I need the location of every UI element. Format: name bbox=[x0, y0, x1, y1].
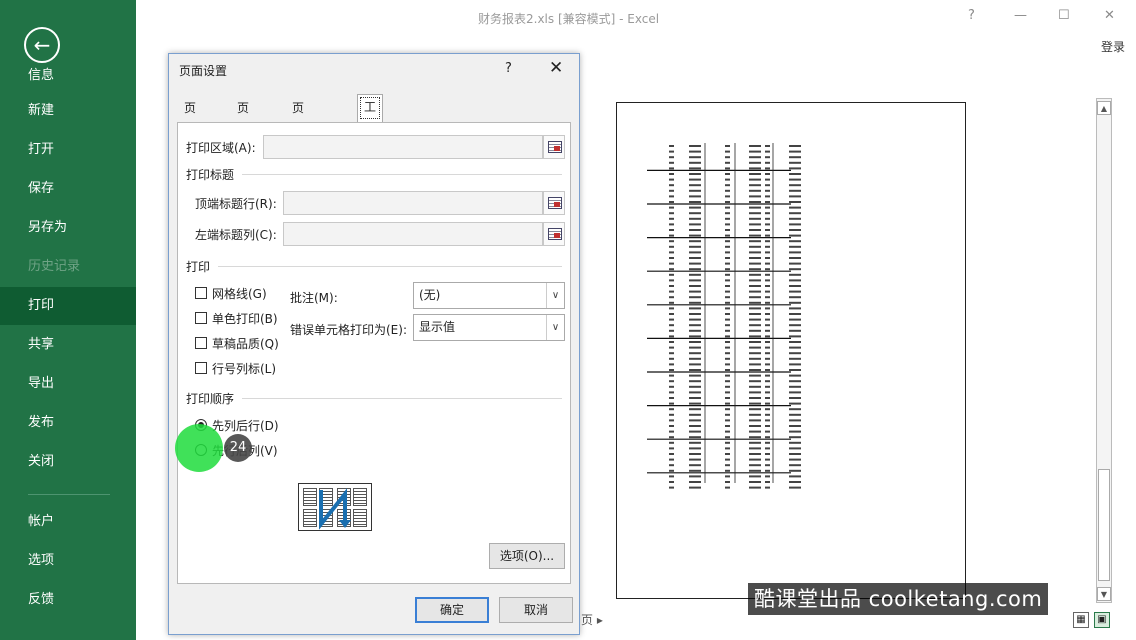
sidebar-item-save[interactable]: 保存 bbox=[0, 170, 136, 208]
preview-scrollbar[interactable]: ▲ ▼ bbox=[1096, 98, 1112, 603]
page-setup-dialog: 页面设置 ? ✕ 页面 页边距 页眉/页脚 工作表 打印区域(A): 打印标题 … bbox=[168, 53, 580, 635]
show-margins-icon[interactable]: ▦ bbox=[1073, 612, 1089, 628]
chevron-down-icon[interactable]: ∨ bbox=[546, 315, 564, 340]
minimize-icon[interactable]: — bbox=[1014, 8, 1027, 23]
step-badge: 24 bbox=[224, 434, 252, 462]
sidebar-item-save-as[interactable]: 另存为 bbox=[0, 209, 136, 247]
sidebar-item-history: 历史记录 bbox=[28, 259, 81, 274]
tab-page[interactable]: 页面 bbox=[178, 96, 202, 139]
print-heading: 打印 bbox=[186, 260, 211, 274]
login-link[interactable]: 登录 bbox=[1101, 38, 1125, 55]
scroll-down-icon[interactable]: ▼ bbox=[1097, 587, 1111, 601]
back-arrow-icon[interactable]: ← bbox=[24, 27, 60, 63]
tab-header-footer[interactable]: 页眉/页脚 bbox=[286, 96, 314, 187]
print-titles-heading: 打印标题 bbox=[186, 168, 235, 182]
page-navigator[interactable]: 页 ▸ bbox=[581, 611, 603, 628]
help-icon[interactable]: ? bbox=[968, 8, 975, 23]
sidebar-item-new[interactable]: 新建 bbox=[0, 92, 136, 130]
backstage-sidebar: ← 信息 新建 打开 保存 另存为历史记录打印 共享 导出 发布 关闭 帐户 选项 反馈 bbox=[0, 0, 136, 640]
rows-to-repeat-input[interactable] bbox=[283, 191, 543, 215]
black-and-white-label[interactable]: 单色打印(B) bbox=[212, 310, 278, 327]
print-preview-page bbox=[616, 102, 966, 599]
comments-value: (无) bbox=[419, 288, 441, 302]
gridlines-label[interactable]: 网格线(G) bbox=[212, 285, 267, 302]
close-window-icon[interactable]: ✕ bbox=[1104, 8, 1115, 23]
divider bbox=[242, 174, 562, 175]
comments-select[interactable]: (无) ∨ bbox=[413, 282, 565, 309]
ok-button[interactable]: 确定 bbox=[415, 597, 489, 623]
draft-quality-checkbox[interactable] bbox=[195, 337, 207, 349]
cancel-button[interactable]: 取消 bbox=[499, 597, 573, 623]
page-order-preview-icon bbox=[298, 483, 372, 531]
options-button[interactable]: 选项(O)... bbox=[489, 543, 565, 569]
sidebar-item-export[interactable]: 导出 bbox=[0, 365, 136, 403]
gridlines-checkbox[interactable] bbox=[195, 287, 207, 299]
window-title: 财务报表2.xls [兼容模式] - Excel bbox=[478, 12, 660, 26]
cols-range-icon[interactable] bbox=[543, 222, 565, 246]
page-order-heading: 打印顺序 bbox=[186, 392, 235, 406]
black-and-white-checkbox[interactable] bbox=[195, 312, 207, 324]
scroll-up-icon[interactable]: ▲ bbox=[1097, 101, 1111, 115]
dialog-close-icon[interactable]: ✕ bbox=[549, 58, 563, 78]
sidebar-item-close[interactable]: 关闭 bbox=[0, 443, 136, 481]
scroll-thumb[interactable] bbox=[1098, 469, 1110, 581]
cols-to-repeat-label: 左端标题列(C): bbox=[195, 228, 277, 242]
sidebar-divider bbox=[28, 494, 110, 495]
draft-quality-label[interactable]: 草稿品质(Q) bbox=[212, 335, 279, 352]
zoom-to-page-icon[interactable]: ▣ bbox=[1094, 612, 1110, 628]
dialog-help-icon[interactable]: ? bbox=[505, 61, 512, 76]
rows-to-repeat-label: 顶端标题行(R): bbox=[195, 197, 277, 211]
row-col-headings-label[interactable]: 行号列标(L) bbox=[212, 360, 276, 377]
divider bbox=[218, 266, 562, 267]
rows-range-icon[interactable] bbox=[543, 191, 565, 215]
preview-content bbox=[647, 143, 801, 489]
maximize-icon[interactable]: ☐ bbox=[1058, 8, 1070, 23]
down-then-over-label[interactable]: 先列后行(D) bbox=[212, 417, 279, 434]
tab-sheet[interactable]: 工作表 bbox=[357, 94, 384, 162]
click-indicator bbox=[175, 424, 223, 472]
sidebar-item-open[interactable]: 打开 bbox=[0, 131, 136, 169]
print-area-label: 打印区域(A): bbox=[186, 141, 256, 155]
cols-to-repeat-input[interactable] bbox=[283, 222, 543, 246]
sidebar-item-options[interactable]: 选项 bbox=[0, 542, 136, 580]
errors-value: 显示值 bbox=[419, 320, 456, 334]
watermark: 酷课堂出品 coolketang.com bbox=[748, 583, 1049, 615]
sidebar-item-info[interactable]: 信息 bbox=[28, 64, 54, 83]
dialog-title: 页面设置 bbox=[179, 64, 228, 78]
divider bbox=[242, 398, 562, 399]
sidebar-item-print[interactable]: 打印 bbox=[0, 287, 136, 325]
chevron-down-icon[interactable]: ∨ bbox=[546, 283, 564, 308]
sidebar-item-share[interactable]: 共享 bbox=[0, 326, 136, 364]
print-area-input[interactable] bbox=[263, 135, 543, 159]
sidebar-item-account[interactable]: 帐户 bbox=[0, 503, 136, 541]
tab-margins[interactable]: 页边距 bbox=[231, 96, 255, 163]
sidebar-item-publish[interactable]: 发布 bbox=[0, 404, 136, 442]
errors-select[interactable]: 显示值 ∨ bbox=[413, 314, 565, 341]
row-col-headings-checkbox[interactable] bbox=[195, 362, 207, 374]
sheet-tab-panel: 打印区域(A): 打印标题 顶端标题行(R): 左端标题列(C): 打印 网格线… bbox=[177, 122, 571, 584]
comments-label: 批注(M): bbox=[290, 291, 338, 305]
errors-label: 错误单元格打印为(E): bbox=[290, 323, 407, 337]
print-area-range-icon[interactable] bbox=[543, 135, 565, 159]
sidebar-item-feedback[interactable]: 反馈 bbox=[0, 581, 136, 619]
